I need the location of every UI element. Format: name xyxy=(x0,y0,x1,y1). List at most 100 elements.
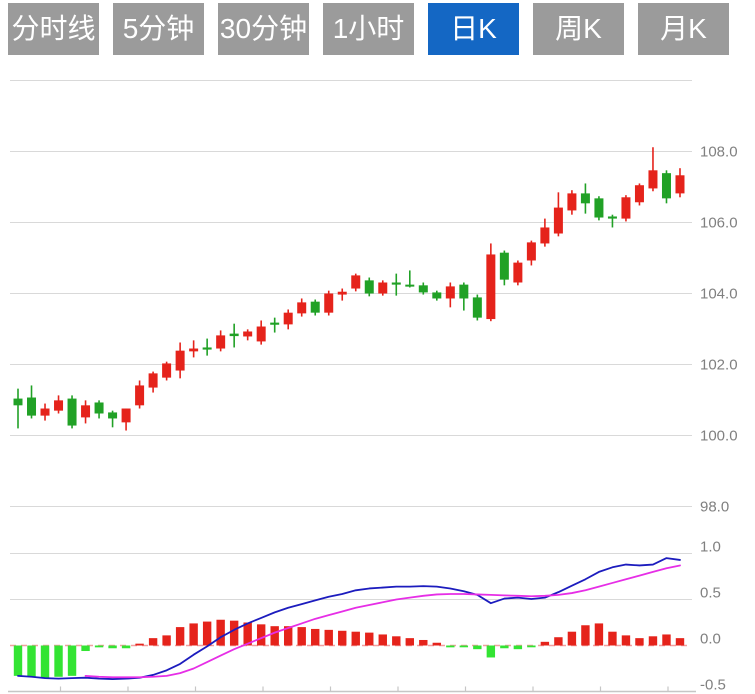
macd-bar xyxy=(135,644,143,646)
candle-body xyxy=(621,197,630,218)
macd-bar xyxy=(446,646,454,648)
macd-bar xyxy=(514,646,522,650)
macd-bar xyxy=(216,620,224,646)
macd-axis-label: 1.0 xyxy=(700,539,721,556)
candle-body xyxy=(230,334,239,336)
candle-body xyxy=(270,323,279,325)
candle-body xyxy=(554,208,563,234)
dea-line xyxy=(86,565,680,677)
candle-body xyxy=(419,285,428,292)
macd-bar xyxy=(352,632,360,646)
candle-body xyxy=(311,302,320,313)
candle-body xyxy=(149,373,158,387)
price-gridlines: 108.0106.0104.0102.0100.098.0 xyxy=(10,81,738,516)
timeframe-tabbar: 分时线 5分钟 30分钟 1小时 日K 周K 月K xyxy=(8,3,729,55)
macd-bar xyxy=(325,630,333,646)
macd-bar xyxy=(257,624,265,645)
macd-bar xyxy=(595,623,603,645)
tab-1hour[interactable]: 1小时 xyxy=(323,3,414,55)
macd-bar xyxy=(379,634,387,645)
macd-bar xyxy=(649,636,657,645)
candle-body xyxy=(648,170,657,188)
macd-bar xyxy=(392,636,400,645)
candle-body xyxy=(284,313,293,325)
tab-5min[interactable]: 5分钟 xyxy=(113,3,204,55)
candle-body xyxy=(257,327,266,342)
candle-body xyxy=(324,294,333,313)
macd-bar xyxy=(338,631,346,646)
candle-body xyxy=(14,399,23,406)
candle-body xyxy=(486,254,495,319)
macd-bar xyxy=(527,646,535,648)
candle-body xyxy=(378,282,387,293)
candle-body xyxy=(581,193,590,203)
macd-bar xyxy=(189,623,197,645)
price-axis-label: 100.0 xyxy=(700,428,738,445)
tab-weekly-k[interactable]: 周K xyxy=(533,3,624,55)
macd-bar xyxy=(14,646,22,676)
macd-bar xyxy=(203,622,211,646)
price-axis-label: 104.0 xyxy=(700,286,738,303)
candle-body xyxy=(135,385,144,405)
macd-bar xyxy=(68,646,76,676)
price-axis-label: 108.0 xyxy=(700,144,738,161)
candle-body xyxy=(513,263,522,283)
candle-body xyxy=(500,253,509,280)
macd-bar xyxy=(149,638,157,645)
dif-line xyxy=(18,558,680,679)
candle-body xyxy=(68,399,77,426)
macd-gridlines: 1.00.50.0-0.5 xyxy=(8,539,726,694)
macd-bar xyxy=(54,646,62,677)
candle-body xyxy=(662,173,671,198)
macd-bar xyxy=(622,635,630,645)
candle-body xyxy=(540,227,549,243)
candle-body xyxy=(594,198,603,217)
candle-body xyxy=(216,335,225,348)
macd-bar xyxy=(460,646,468,648)
macd-axis-label: 0.5 xyxy=(700,585,721,602)
macd-bar xyxy=(541,642,549,646)
macd-bar xyxy=(406,638,414,645)
macd-bar xyxy=(122,646,130,649)
macd-bar xyxy=(581,625,589,645)
kline-chart[interactable]: 108.0106.0104.0102.0100.098.01.00.50.0-0… xyxy=(0,0,755,694)
candle-body xyxy=(176,351,185,371)
macd-bar xyxy=(270,626,278,645)
candle-body xyxy=(446,286,455,298)
candle-body xyxy=(189,349,198,352)
candle-body xyxy=(243,331,252,336)
price-axis-label: 102.0 xyxy=(700,357,738,374)
price-axis-label: 106.0 xyxy=(700,215,738,232)
tab-timeline[interactable]: 分时线 xyxy=(8,3,99,55)
macd-bar xyxy=(487,646,495,658)
candle-body xyxy=(432,292,441,298)
candle-body xyxy=(95,402,104,413)
macd-bar xyxy=(473,646,481,650)
candle-body xyxy=(567,193,576,210)
candle-body xyxy=(203,347,212,349)
macd-bar xyxy=(419,640,427,646)
macd-bar xyxy=(554,637,562,645)
macd-bar xyxy=(311,629,319,646)
macd-bar xyxy=(176,627,184,645)
tab-daily-k[interactable]: 日K xyxy=(428,3,519,55)
macd-bar xyxy=(41,646,49,678)
macd-bar xyxy=(27,646,35,677)
tab-30min[interactable]: 30分钟 xyxy=(218,3,309,55)
macd-bar xyxy=(95,646,103,648)
candle-body xyxy=(675,175,684,193)
candle-body xyxy=(162,363,171,377)
candle-body xyxy=(527,242,536,260)
candle-body xyxy=(297,302,306,313)
macd-bar xyxy=(635,638,643,645)
macd-bar xyxy=(81,646,89,652)
macd-bar xyxy=(365,633,373,646)
macd-axis-label: -0.5 xyxy=(700,677,726,694)
candle-body xyxy=(108,412,117,418)
tab-monthly-k[interactable]: 月K xyxy=(638,3,729,55)
macd-bar xyxy=(298,627,306,645)
macd-bar xyxy=(108,646,116,649)
candle-body xyxy=(338,292,347,295)
candle-body xyxy=(459,285,468,299)
macd-bar xyxy=(230,621,238,646)
